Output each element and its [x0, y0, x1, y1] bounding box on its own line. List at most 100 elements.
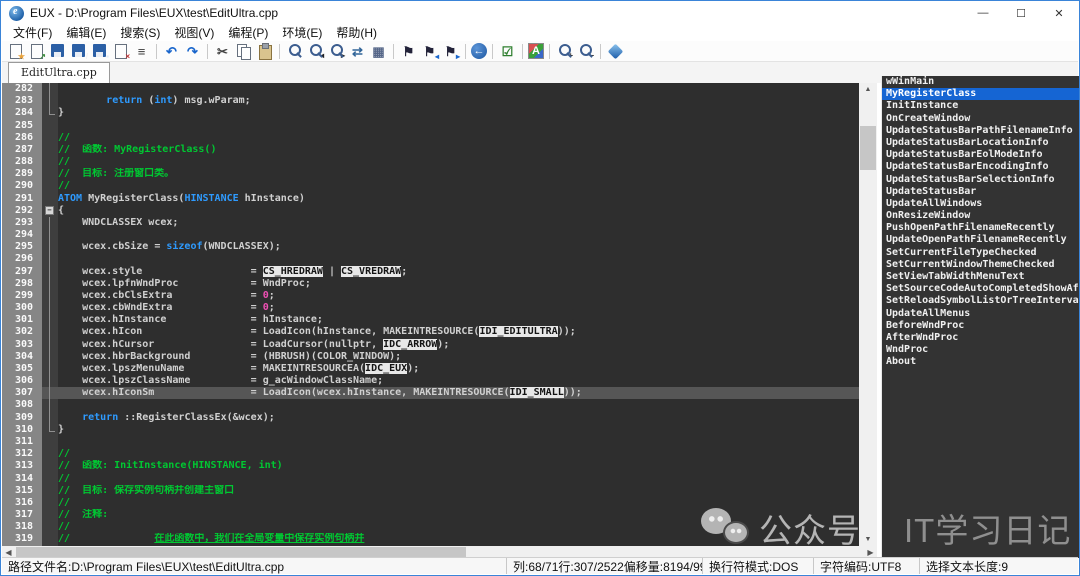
save-file-button[interactable] — [48, 42, 67, 60]
line-number[interactable]: 304 — [2, 351, 42, 363]
line-number[interactable]: 285 — [2, 120, 42, 132]
line-number[interactable]: 284 — [2, 107, 42, 119]
symbol-item-myregisterclass[interactable]: MyRegisterClass — [882, 88, 1080, 100]
code-text[interactable]: wcex.hInstance = hInstance; — [58, 314, 859, 326]
scroll-up-icon[interactable]: ▲ — [859, 83, 877, 96]
code-text[interactable]: } — [58, 107, 859, 119]
toggle-bookmark-button[interactable]: ⚑ — [399, 42, 418, 60]
code-text[interactable]: { — [58, 205, 859, 217]
code-text[interactable]: wcex.cbClsExtra = 0; — [58, 290, 859, 302]
previous-bookmark-button[interactable]: ⚑◂ — [420, 42, 439, 60]
code-editor[interactable]: 282283 return (int) msg.wParam;284}28528… — [2, 83, 859, 546]
code-text[interactable]: wcex.cbSize = sizeof(WNDCLASSEX); — [58, 241, 859, 253]
code-line[interactable]: 296 — [2, 253, 859, 265]
find-previous-button[interactable]: ◂ — [306, 42, 325, 60]
line-number[interactable]: 298 — [2, 278, 42, 290]
code-text[interactable] — [58, 436, 859, 448]
tab-editultra-cpp[interactable]: EditUltra.cpp — [8, 62, 110, 83]
next-bookmark-button[interactable]: ⚑▸ — [441, 42, 460, 60]
code-line[interactable]: 290 // — [2, 180, 859, 192]
about-button[interactable] — [606, 42, 625, 60]
code-line[interactable]: 288// — [2, 156, 859, 168]
line-number[interactable]: 309 — [2, 412, 42, 424]
code-line[interactable]: 306 wcex.lpszClassName = g_acWindowClass… — [2, 375, 859, 387]
code-line[interactable]: 305 wcex.lpszMenuName = MAKEINTRESOURCEA… — [2, 363, 859, 375]
symbol-item-wwinmain[interactable]: wWinMain — [882, 76, 1080, 88]
fold-toggle[interactable]: − — [42, 205, 58, 217]
symbol-item-updatestatusbareolmodeinfo[interactable]: UpdateStatusBarEolModeInfo — [882, 149, 1080, 161]
line-number[interactable]: 287 — [2, 144, 42, 156]
vertical-scrollbar-thumb[interactable] — [860, 126, 876, 170]
code-line[interactable]: 315// 目标: 保存实例句柄并创建主窗口 — [2, 485, 859, 497]
code-text[interactable]: wcex.style = CS_HREDRAW | CS_VREDRAW; — [58, 266, 859, 278]
menu-edit[interactable]: 编辑(E) — [59, 23, 113, 42]
code-text[interactable]: return (int) msg.wParam; — [58, 95, 859, 107]
symbol-item-beforewndproc[interactable]: BeforeWndProc — [882, 320, 1080, 332]
menu-help[interactable]: 帮助(H) — [329, 23, 384, 42]
code-text[interactable]: wcex.lpszClassName = g_acWindowClassName… — [58, 375, 859, 387]
line-number[interactable]: 306 — [2, 375, 42, 387]
symbol-item-setreloadsymbollistortreeinterval[interactable]: SetReloadSymbolListOrTreeInterval — [882, 295, 1080, 307]
code-line[interactable]: 293 WNDCLASSEX wcex; — [2, 217, 859, 229]
code-line[interactable]: 283 return (int) msg.wParam; — [2, 95, 859, 107]
menu-environment[interactable]: 环境(E) — [275, 23, 329, 42]
scroll-down-icon[interactable]: ▼ — [859, 533, 877, 546]
symbol-item-updatestatusbarpathfilenameinfo[interactable]: UpdateStatusBarPathFilenameInfo — [882, 125, 1080, 137]
line-number[interactable]: 299 — [2, 290, 42, 302]
symbol-item-updateopenpathfilenamerecently[interactable]: UpdateOpenPathFilenameRecently — [882, 234, 1080, 246]
line-number[interactable]: 289 — [2, 168, 42, 180]
code-text[interactable]: // — [58, 448, 859, 460]
line-number[interactable]: 305 — [2, 363, 42, 375]
code-line[interactable]: 304 wcex.hbrBackground = (HBRUSH)(COLOR_… — [2, 351, 859, 363]
symbol-item-updatestatusbarencodinginfo[interactable]: UpdateStatusBarEncodingInfo — [882, 161, 1080, 173]
line-number[interactable]: 314 — [2, 473, 42, 485]
symbol-item-updatestatusbarlocationinfo[interactable]: UpdateStatusBarLocationInfo — [882, 137, 1080, 149]
line-ending-convert-button[interactable]: ☑ — [498, 42, 517, 60]
line-number[interactable]: 294 — [2, 229, 42, 241]
code-text[interactable] — [58, 229, 859, 241]
code-line[interactable]: 291ATOM MyRegisterClass(HINSTANCE hInsta… — [2, 193, 859, 205]
symbol-item-updatestatusbar[interactable]: UpdateStatusBar — [882, 186, 1080, 198]
line-number[interactable]: 300 — [2, 302, 42, 314]
code-line[interactable]: 314// — [2, 473, 859, 485]
code-line[interactable]: 311 — [2, 436, 859, 448]
line-number[interactable]: 282 — [2, 83, 42, 95]
close-button[interactable]: ✕ — [1040, 2, 1078, 24]
code-text[interactable]: // — [58, 180, 859, 192]
save-file-as-button[interactable]: / — [69, 42, 88, 60]
code-line[interactable]: 284} — [2, 107, 859, 119]
find-button[interactable] — [285, 42, 304, 60]
code-text[interactable]: wcex.cbWndExtra = 0; — [58, 302, 859, 314]
code-text[interactable]: wcex.hbrBackground = (HBRUSH)(COLOR_WIND… — [58, 351, 859, 363]
menu-file[interactable]: 文件(F) — [6, 23, 59, 42]
code-text[interactable]: return ::RegisterClassEx(&wcex); — [58, 412, 859, 424]
line-number[interactable]: 318 — [2, 521, 42, 533]
code-line[interactable]: 313// 函数: InitInstance(HINSTANCE, int) — [2, 460, 859, 472]
code-text[interactable]: // — [58, 156, 859, 168]
code-text[interactable] — [58, 253, 859, 265]
code-line-current[interactable]: 307 wcex.hIconSm = LoadIcon(wcex.hInstan… — [2, 387, 859, 399]
code-text[interactable]: // 目标: 注册窗口类。 — [58, 168, 859, 180]
line-number[interactable]: 297 — [2, 266, 42, 278]
line-number[interactable]: 286 — [2, 132, 42, 144]
line-number[interactable]: 307 — [2, 387, 42, 399]
line-number[interactable]: 290 — [2, 180, 42, 192]
symbol-item-setcurrentwindowthemechecked[interactable]: SetCurrentWindowThemeChecked — [882, 259, 1080, 271]
line-number[interactable]: 283 — [2, 95, 42, 107]
symbol-item-setcurrentfiletypechecked[interactable]: SetCurrentFileTypeChecked — [882, 247, 1080, 259]
code-line[interactable]: 298 wcex.lpfnWndProc = WndProc; — [2, 278, 859, 290]
code-line[interactable]: 285 — [2, 120, 859, 132]
redo-button[interactable]: ↷ — [183, 42, 202, 60]
code-line[interactable]: 301 wcex.hInstance = hInstance; — [2, 314, 859, 326]
code-text[interactable] — [58, 83, 859, 95]
code-text[interactable]: // 目标: 保存实例句柄并创建主窗口 — [58, 485, 859, 497]
code-text[interactable] — [58, 399, 859, 411]
symbol-item-pushopenpathfilenamerecently[interactable]: PushOpenPathFilenameRecently — [882, 222, 1080, 234]
line-number[interactable]: 303 — [2, 339, 42, 351]
copy-button[interactable] — [234, 42, 253, 60]
symbol-item-updateallwindows[interactable]: UpdateAllWindows — [882, 198, 1080, 210]
zoom-in-button[interactable]: + — [555, 42, 574, 60]
code-line[interactable]: 286// — [2, 132, 859, 144]
undo-button[interactable]: ↶ — [162, 42, 181, 60]
code-text[interactable]: wcex.hCursor = LoadCursor(nullptr, IDC_A… — [58, 339, 859, 351]
